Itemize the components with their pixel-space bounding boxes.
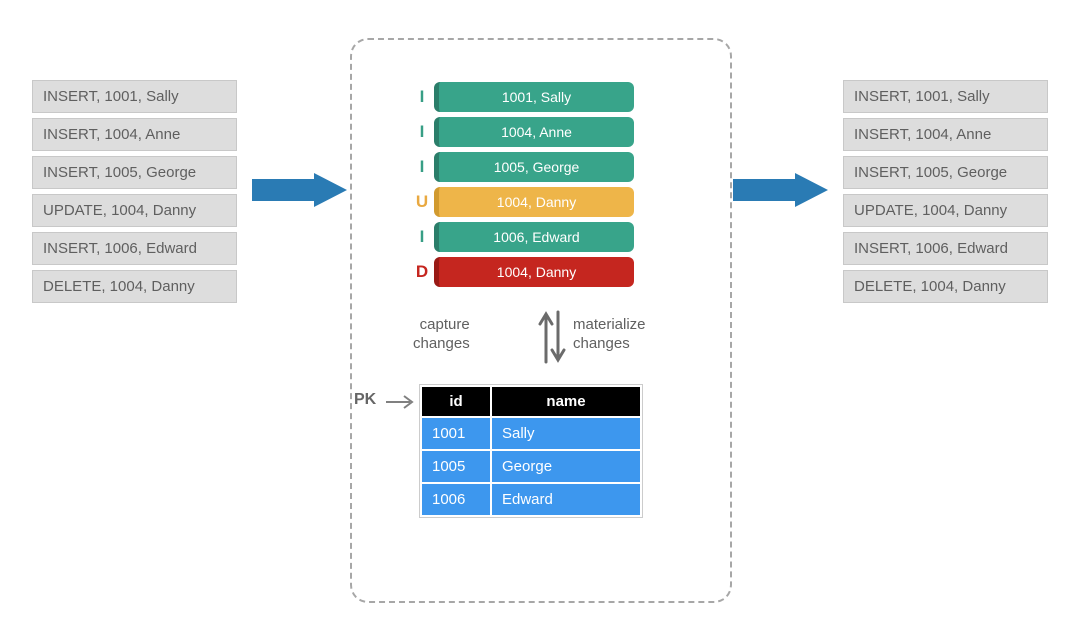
change-pill: 1004, Danny — [434, 187, 634, 217]
change-row: I 1005, George — [410, 152, 665, 182]
change-pill: 1004, Anne — [434, 117, 634, 147]
change-stream-list: I 1001, Sally I 1004, Anne I 1005, Georg… — [410, 82, 665, 292]
change-pill: 1001, Sally — [434, 82, 634, 112]
event-row: INSERT, 1005, George — [843, 156, 1048, 189]
table-row: 1005 George — [421, 450, 641, 483]
table-header-id: id — [421, 386, 491, 417]
op-letter-insert: I — [410, 87, 434, 107]
bidirectional-labels: capture changes materialize changes — [393, 308, 693, 378]
table-row: 1001 Sally — [421, 417, 641, 450]
flow-arrow-out-icon — [733, 173, 828, 207]
flow-arrow-in-icon — [252, 173, 347, 207]
change-row: U 1004, Danny — [410, 187, 665, 217]
event-row: INSERT, 1006, Edward — [843, 232, 1048, 265]
materialized-table: id name 1001 Sally 1005 George 1006 Edwa… — [420, 385, 642, 517]
op-letter-insert: I — [410, 227, 434, 247]
output-event-list: INSERT, 1001, Sally INSERT, 1004, Anne I… — [843, 80, 1048, 308]
table-row: 1006 Edward — [421, 483, 641, 516]
change-pill: 1006, Edward — [434, 222, 634, 252]
event-row: INSERT, 1005, George — [32, 156, 237, 189]
event-row: INSERT, 1001, Sally — [32, 80, 237, 113]
table-header-name: name — [491, 386, 641, 417]
change-row: I 1001, Sally — [410, 82, 665, 112]
event-row: INSERT, 1001, Sally — [843, 80, 1048, 113]
table-cell-id: 1005 — [421, 450, 491, 483]
table-cell-name: Edward — [491, 483, 641, 516]
event-row: INSERT, 1004, Anne — [843, 118, 1048, 151]
table-cell-id: 1001 — [421, 417, 491, 450]
change-row: I 1004, Anne — [410, 117, 665, 147]
op-letter-update: U — [410, 192, 434, 212]
event-row: DELETE, 1004, Danny — [32, 270, 237, 303]
event-row: DELETE, 1004, Danny — [843, 270, 1048, 303]
materialize-changes-label: materialize changes — [573, 316, 646, 354]
event-row: INSERT, 1004, Anne — [32, 118, 237, 151]
change-row: D 1004, Danny — [410, 257, 665, 287]
op-letter-delete: D — [410, 262, 434, 282]
primary-key-label: PK — [354, 391, 376, 409]
input-event-list: INSERT, 1001, Sally INSERT, 1004, Anne I… — [32, 80, 237, 308]
change-pill: 1005, George — [434, 152, 634, 182]
capture-changes-label: capture changes — [413, 316, 470, 354]
pk-arrow-icon — [386, 395, 416, 409]
op-letter-insert: I — [410, 157, 434, 177]
op-letter-insert: I — [410, 122, 434, 142]
table-cell-name: Sally — [491, 417, 641, 450]
change-row: I 1006, Edward — [410, 222, 665, 252]
event-row: UPDATE, 1004, Danny — [32, 194, 237, 227]
table-cell-id: 1006 — [421, 483, 491, 516]
event-row: INSERT, 1006, Edward — [32, 232, 237, 265]
table-cell-name: George — [491, 450, 641, 483]
event-row: UPDATE, 1004, Danny — [843, 194, 1048, 227]
change-pill: 1004, Danny — [434, 257, 634, 287]
bidirectional-arrow-icon — [536, 308, 566, 366]
